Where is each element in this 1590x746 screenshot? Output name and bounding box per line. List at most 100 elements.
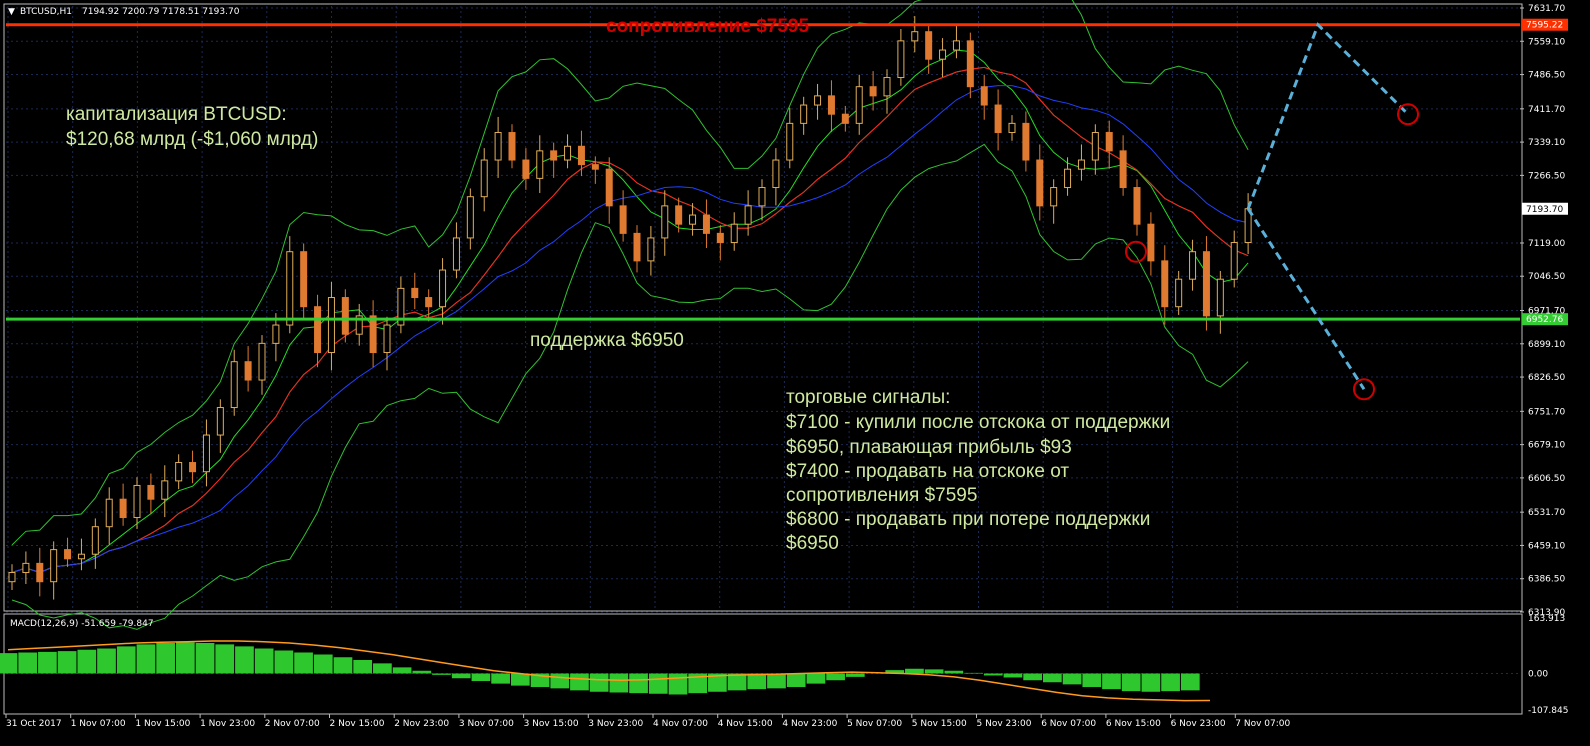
candle-body [300,251,308,308]
y-tick-label: 7486.50 [1528,71,1565,81]
macd-y-tick-label: 163.913 [1528,614,1565,624]
signal-line-4: $7400 - продавать на отскоке от [786,461,1069,482]
signal-line-2: $7100 - купили после отскока от поддержк… [786,412,1170,433]
candle-body [675,205,683,225]
y-tick-label: 6386.50 [1528,575,1565,585]
candle-body [77,553,85,560]
candle-body [522,159,530,179]
candle-body [1008,122,1016,134]
signal-line-5: сопротивления $7595 [786,485,977,506]
candle-body [8,572,16,583]
candle-body [564,145,572,161]
x-tick-label: 7 Nov 07:00 [1235,719,1290,729]
candle-body [1175,278,1183,308]
y-tick-label: 6459.10 [1528,541,1565,551]
candle-body [133,484,141,519]
x-tick-label: 31 Oct 2017 [6,719,62,729]
signal-line-3: $6950, плавающая прибыль $93 [786,437,1072,458]
candle-body [869,86,877,97]
candle-body [841,113,849,124]
candle-body [1133,187,1141,225]
x-tick-label: 4 Nov 07:00 [653,719,708,729]
candle-body [702,214,710,234]
candle-body [939,49,947,60]
candle-body [716,232,724,244]
candle-body [1050,187,1058,207]
current-price-label: 7193.70 [1526,205,1563,215]
x-tick-label: 1 Nov 15:00 [135,719,190,729]
candle-body [730,223,738,244]
candle-body [966,40,974,88]
x-tick-label: 5 Nov 07:00 [847,719,902,729]
x-tick-label: 6 Nov 07:00 [1041,719,1096,729]
candle-body [258,342,266,381]
y-tick-label: 7411.70 [1528,105,1565,115]
candle-body [661,205,669,239]
candle-body [439,269,447,308]
resistance-annotation: сопротивление $7595 [606,16,809,37]
y-tick-label: 6606.50 [1528,474,1565,484]
candle-body [216,407,224,436]
candle-body [175,462,183,482]
candle-body [369,315,377,354]
candle-body [452,237,460,271]
candle-body [911,31,919,42]
candle-body [800,104,808,124]
y-tick-label: 6751.70 [1528,407,1565,417]
x-tick-label: 5 Nov 23:00 [977,719,1032,729]
candle-body [425,297,433,308]
x-tick-label: 3 Nov 07:00 [459,719,514,729]
chart-header-arrow: ▼ [8,7,15,17]
candle-body [550,150,558,161]
y-tick-label: 7631.70 [1528,4,1565,14]
candle-body [508,132,516,161]
macd-y-tick-label: 0.00 [1528,669,1548,679]
candle-body [119,498,127,519]
x-tick-label: 5 Nov 15:00 [912,719,967,729]
candle-body [1119,150,1127,189]
candle-body [1189,251,1197,280]
candle-body [327,297,335,354]
candle-body [647,237,655,262]
candle-body [494,132,502,161]
candle-body [758,187,766,207]
y-tick-label: 7119.00 [1528,239,1565,249]
candle-body [1216,278,1224,317]
candle-body [883,77,891,97]
x-tick-label: 2 Nov 15:00 [330,719,385,729]
candle-body [980,86,988,106]
candle-body [772,159,780,189]
candle-body [147,484,155,500]
x-tick-label: 6 Nov 15:00 [1106,719,1161,729]
candle-body [1105,132,1113,152]
candle-body [230,361,238,409]
chart-ohlc: 7194.92 7200.79 7178.51 7193.70 [82,7,240,17]
candle-body [64,549,72,560]
candle-body [994,104,1002,134]
candle-body [22,562,30,574]
candle-body [272,324,280,344]
candle-body [1147,223,1155,262]
y-tick-label: 6971.70 [1528,307,1565,317]
macd-y-tick-label: -107.845 [1528,706,1568,716]
x-tick-label: 3 Nov 23:00 [588,719,643,729]
candle-body [744,205,752,225]
y-tick-label: 6679.10 [1528,441,1565,451]
candle-body [689,214,697,225]
y-tick-label: 7046.50 [1528,272,1565,282]
cap-line-2: $120,68 млрд (-$1,060 млрд) [66,129,318,150]
y-tick-label: 7559.10 [1528,37,1565,47]
candle-body [480,159,488,198]
candle-body [897,40,905,79]
candle-body [244,361,252,381]
resistance-label: 7595.22 [1526,21,1563,31]
candle-body [1161,260,1169,308]
y-tick-label: 7339.10 [1528,138,1565,148]
candle-body [91,526,99,555]
y-tick-label: 6899.10 [1528,340,1565,350]
support-label: 6952.76 [1526,315,1563,325]
x-tick-label: 1 Nov 07:00 [71,719,126,729]
candle-body [1077,159,1085,170]
candle-body [50,549,58,583]
candle-body [314,306,322,354]
